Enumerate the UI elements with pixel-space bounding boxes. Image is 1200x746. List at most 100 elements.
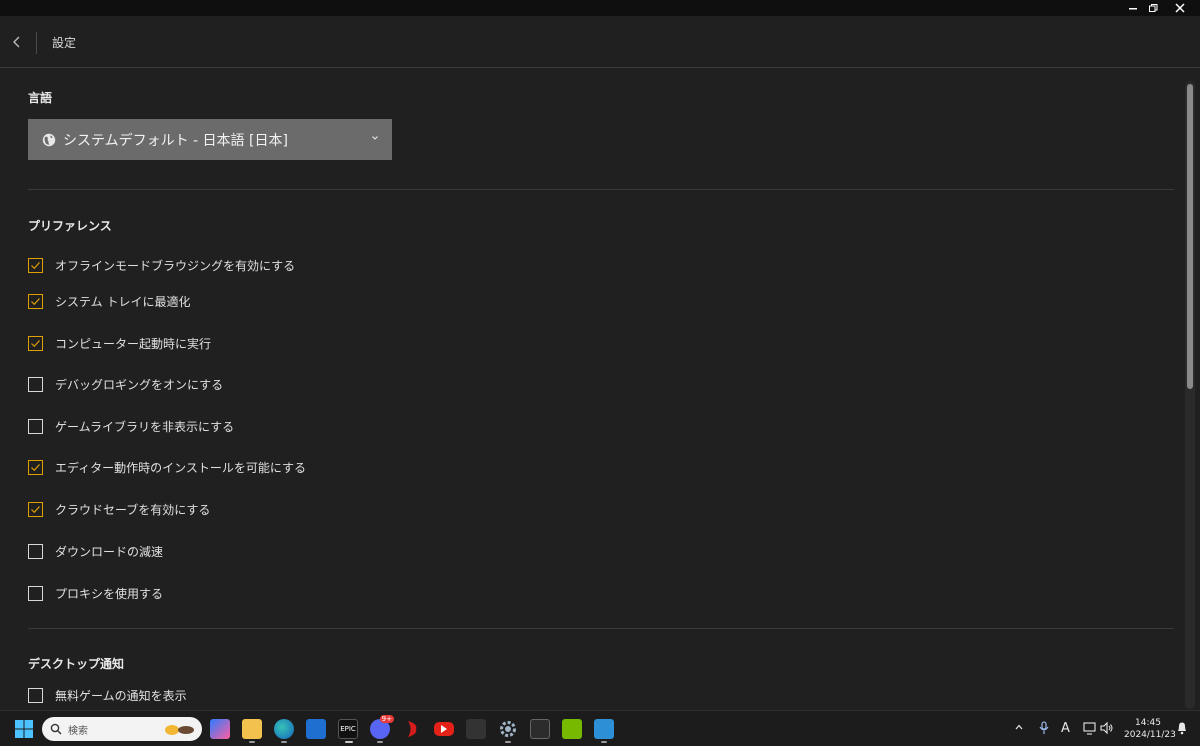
nvidia-icon[interactable] — [562, 719, 582, 739]
clock-time: 14:45 — [1135, 718, 1161, 728]
scrollbar-thumb[interactable] — [1187, 84, 1193, 389]
bell-icon — [1178, 722, 1186, 735]
chevron-down-icon — [372, 136, 378, 140]
search-highlight-icon — [165, 725, 194, 735]
checkbox-label: システム トレイに最適化 — [55, 294, 191, 309]
copilot-icon[interactable] — [210, 719, 230, 739]
minimize-icon — [1129, 8, 1137, 10]
checkmark-icon — [31, 261, 40, 269]
ime-indicator[interactable]: A — [1061, 721, 1070, 736]
store-icon[interactable] — [306, 719, 326, 739]
red-app-icon[interactable] — [402, 719, 422, 739]
epic-games-launcher-icon[interactable]: EPIC — [338, 719, 358, 739]
checkbox[interactable] — [28, 543, 43, 559]
checkbox[interactable] — [28, 257, 43, 273]
monitor-network-icon — [1083, 722, 1096, 735]
checkbox-row[interactable]: ゲームライブラリを非表示にする — [28, 418, 234, 434]
photos-icon[interactable] — [594, 719, 614, 739]
running-indicator — [249, 741, 255, 743]
speaker-icon — [1100, 721, 1113, 735]
close-button[interactable] — [1168, 0, 1192, 16]
search-placeholder: 検索 — [68, 725, 88, 737]
checkbox-row[interactable]: 無料ゲームの通知を表示 — [28, 687, 187, 703]
checkbox-label: コンピューター起動時に実行 — [55, 336, 212, 351]
checkbox[interactable] — [28, 335, 43, 351]
checkbox[interactable] — [28, 501, 43, 517]
checkmark-icon — [31, 339, 40, 347]
volume-icon[interactable] — [1100, 721, 1114, 738]
taskbar-search[interactable]: 検索 — [42, 717, 202, 741]
settings-header: 設定 — [0, 16, 1200, 68]
language-dropdown[interactable]: システムデフォルト - 日本語 [日本] — [28, 119, 392, 160]
checkbox-label: 無料ゲームの通知を表示 — [55, 688, 187, 703]
desktop-notifications-section-title: デスクトップ通知 — [28, 657, 125, 671]
checkbox[interactable] — [28, 585, 43, 601]
taskbar: 検索 EPIC 9+ A 14:45 2024/11/23 — [0, 710, 1200, 746]
discord-badge: 9+ — [379, 715, 394, 723]
epic-label: EPIC — [340, 725, 356, 733]
checkbox-label: デバッグロギングをオンにする — [55, 377, 224, 392]
checkbox-label: プロキシを使用する — [55, 586, 164, 601]
header-divider — [36, 32, 37, 54]
checkbox-label: クラウドセーブを有効にする — [55, 502, 211, 517]
page-title: 設定 — [52, 36, 77, 50]
checkbox-row[interactable]: エディター動作時のインストールを可能にする — [28, 459, 306, 475]
restore-icon — [1149, 4, 1158, 12]
checkmark-icon — [31, 297, 40, 305]
checkbox-row[interactable]: コンピューター起動時に実行 — [28, 335, 211, 351]
checkbox-row[interactable]: デバッグロギングをオンにする — [28, 376, 223, 392]
checkbox-row[interactable]: オフラインモードブラウジングを有効にする — [28, 257, 295, 273]
section-divider — [28, 189, 1174, 190]
checkbox[interactable] — [28, 459, 43, 475]
settings-gear-app-icon[interactable] — [498, 719, 518, 739]
network-icon[interactable] — [1083, 721, 1097, 738]
file-explorer-icon[interactable] — [242, 719, 262, 739]
active-indicator — [345, 741, 353, 743]
search-icon — [50, 723, 62, 735]
language-selected-value: システムデフォルト - 日本語 [日本] — [63, 132, 288, 149]
running-indicator — [601, 741, 607, 743]
checkbox[interactable] — [28, 376, 43, 392]
checkbox-label: オフラインモードブラウジングを有効にする — [55, 258, 296, 273]
checkmark-icon — [31, 505, 40, 513]
mic-icon — [1039, 721, 1049, 734]
back-arrow-icon[interactable] — [8, 33, 26, 51]
scrollbar[interactable] — [1185, 81, 1195, 709]
microphone-icon[interactable] — [1038, 721, 1050, 738]
play-icon — [441, 725, 447, 733]
windows-start-button[interactable] — [14, 719, 34, 739]
restore-button[interactable] — [1141, 0, 1165, 16]
running-indicator — [377, 741, 383, 743]
checkbox[interactable] — [28, 293, 43, 309]
section-divider — [28, 628, 1174, 629]
checkbox-label: ダウンロードの減速 — [55, 544, 164, 559]
checkbox-row[interactable]: ダウンロードの減速 — [28, 543, 163, 559]
gear-icon — [500, 721, 516, 737]
terminal-icon[interactable] — [530, 719, 550, 739]
chevron-up-icon — [1015, 724, 1023, 730]
windows-logo-icon — [15, 720, 33, 738]
checkbox-row[interactable]: プロキシを使用する — [28, 585, 163, 601]
checkbox-label: エディター動作時のインストールを可能にする — [55, 460, 307, 475]
checkbox-row[interactable]: クラウドセーブを有効にする — [28, 501, 210, 517]
taskbar-clock[interactable]: 14:45 2024/11/23 — [1124, 717, 1176, 741]
red-logo-icon — [408, 721, 417, 737]
edge-browser-icon[interactable] — [274, 719, 294, 739]
checkbox[interactable] — [28, 687, 43, 703]
window-titlebar — [0, 0, 1200, 16]
youtube-icon[interactable] — [434, 722, 454, 736]
close-icon — [1175, 3, 1185, 13]
gaming-app-icon[interactable] — [466, 719, 486, 739]
checkbox[interactable] — [28, 418, 43, 434]
settings-content: 言語 システムデフォルト - 日本語 [日本] プリファレンス オフラインモード… — [0, 69, 1200, 710]
notifications-bell-icon[interactable] — [1176, 721, 1188, 738]
discord-icon[interactable]: 9+ — [370, 715, 394, 739]
tray-overflow-chevron-icon[interactable] — [1014, 721, 1024, 735]
globe-icon — [42, 133, 56, 146]
checkbox-row[interactable]: システム トレイに最適化 — [28, 293, 190, 309]
checkbox-label: ゲームライブラリを非表示にする — [55, 419, 235, 434]
preferences-section-title: プリファレンス — [28, 219, 112, 233]
clock-date: 2024/11/23 — [1124, 730, 1176, 740]
running-indicator — [505, 741, 511, 743]
checkmark-icon — [31, 463, 40, 471]
